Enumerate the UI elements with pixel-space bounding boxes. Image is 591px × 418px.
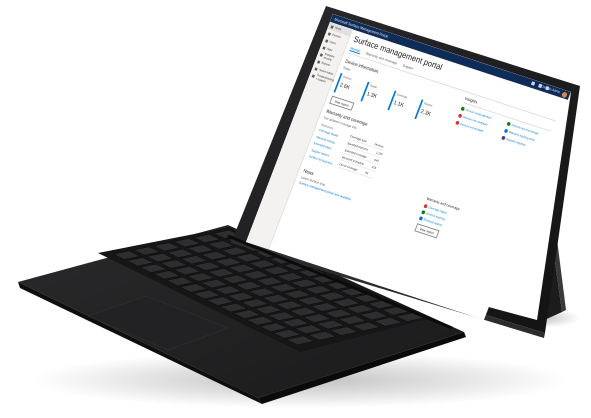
home-icon	[330, 24, 334, 29]
devices-icon	[327, 31, 332, 36]
users-icon	[325, 38, 329, 43]
status-dot-icon	[460, 106, 465, 111]
card-label: Devices	[342, 74, 353, 82]
card-label: Support	[423, 101, 433, 108]
reports-icon	[317, 59, 321, 64]
status-dot-icon	[501, 135, 506, 140]
card-value: 2.3K	[419, 109, 432, 118]
table-cell: 96	[364, 170, 370, 175]
status-dot-icon	[418, 216, 423, 221]
status-dot-icon	[503, 128, 508, 133]
status-dot-icon	[506, 121, 511, 126]
card-label: Health	[369, 83, 378, 90]
tab-support[interactable]: Support	[402, 64, 414, 72]
table-cell: 1,120	[375, 150, 384, 156]
tab-monitor[interactable]: Monitor	[349, 46, 361, 55]
status-dot-icon	[423, 204, 428, 209]
admin-icon	[314, 66, 318, 71]
apps-icon	[322, 45, 326, 50]
card-value: 1.1K	[392, 100, 405, 109]
coverage-table: Coverage type Devices Standard warranty 1,…	[337, 132, 387, 183]
column-header: Devices	[374, 141, 385, 149]
sidebar-item-label: Home	[334, 25, 343, 32]
avatar[interactable]	[561, 90, 569, 98]
sidebar-item-label: Apps	[326, 46, 334, 53]
card-value: 2.6K	[338, 82, 351, 92]
device-card[interactable]: Support 2.3K	[414, 99, 442, 125]
notification-icon[interactable]	[530, 81, 536, 86]
sidebar-item-label: Users	[328, 39, 337, 46]
card-label: Coverage	[396, 92, 408, 100]
coverage-view-report-button[interactable]: View report	[414, 223, 440, 239]
status-dot-icon	[457, 113, 462, 118]
device-card[interactable]: Coverage 1.1K	[387, 90, 415, 117]
device-card[interactable]: Health 1.3K	[360, 81, 388, 108]
card-value: 1.3K	[365, 91, 378, 100]
device-card[interactable]: Devices 2.6K	[333, 72, 362, 99]
table-cell: 318	[371, 164, 377, 170]
shield-icon	[319, 52, 324, 57]
status-dot-icon	[421, 210, 426, 215]
status-dot-icon	[455, 120, 460, 125]
table-cell: 642	[374, 157, 380, 163]
support-icon	[311, 73, 316, 78]
